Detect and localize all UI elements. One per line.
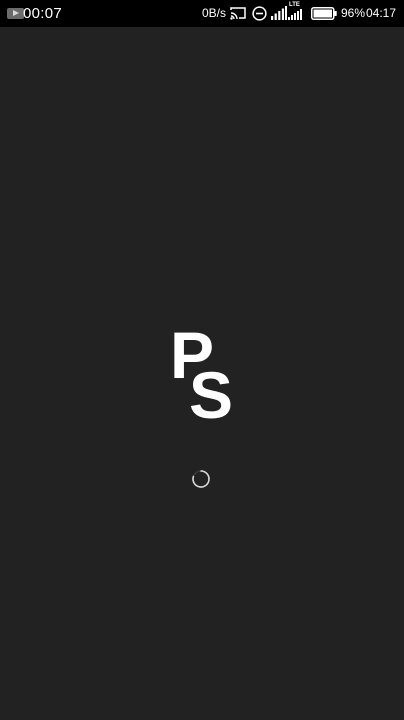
screen-record-icon (7, 8, 24, 19)
recording-time: 00:07 (23, 5, 63, 22)
status-bar: 00:07 0B/s LTE 96% 04:17 (0, 0, 404, 27)
signal-lte-icon (288, 9, 302, 20)
do-not-disturb-icon (252, 6, 267, 21)
logo-letter-s: S (189, 358, 234, 432)
battery-icon (311, 7, 337, 20)
network-speed: 0B/s (202, 6, 227, 20)
signal-icon (271, 6, 287, 20)
battery-percent: 96% (341, 6, 366, 20)
clock: 04:17 (366, 6, 397, 20)
splash-screen: 00:07 0B/s LTE 96% 04:17 P S (0, 0, 404, 720)
loading-spinner-icon (192, 470, 210, 488)
app-logo: P S (168, 322, 240, 432)
cast-icon (230, 7, 246, 20)
